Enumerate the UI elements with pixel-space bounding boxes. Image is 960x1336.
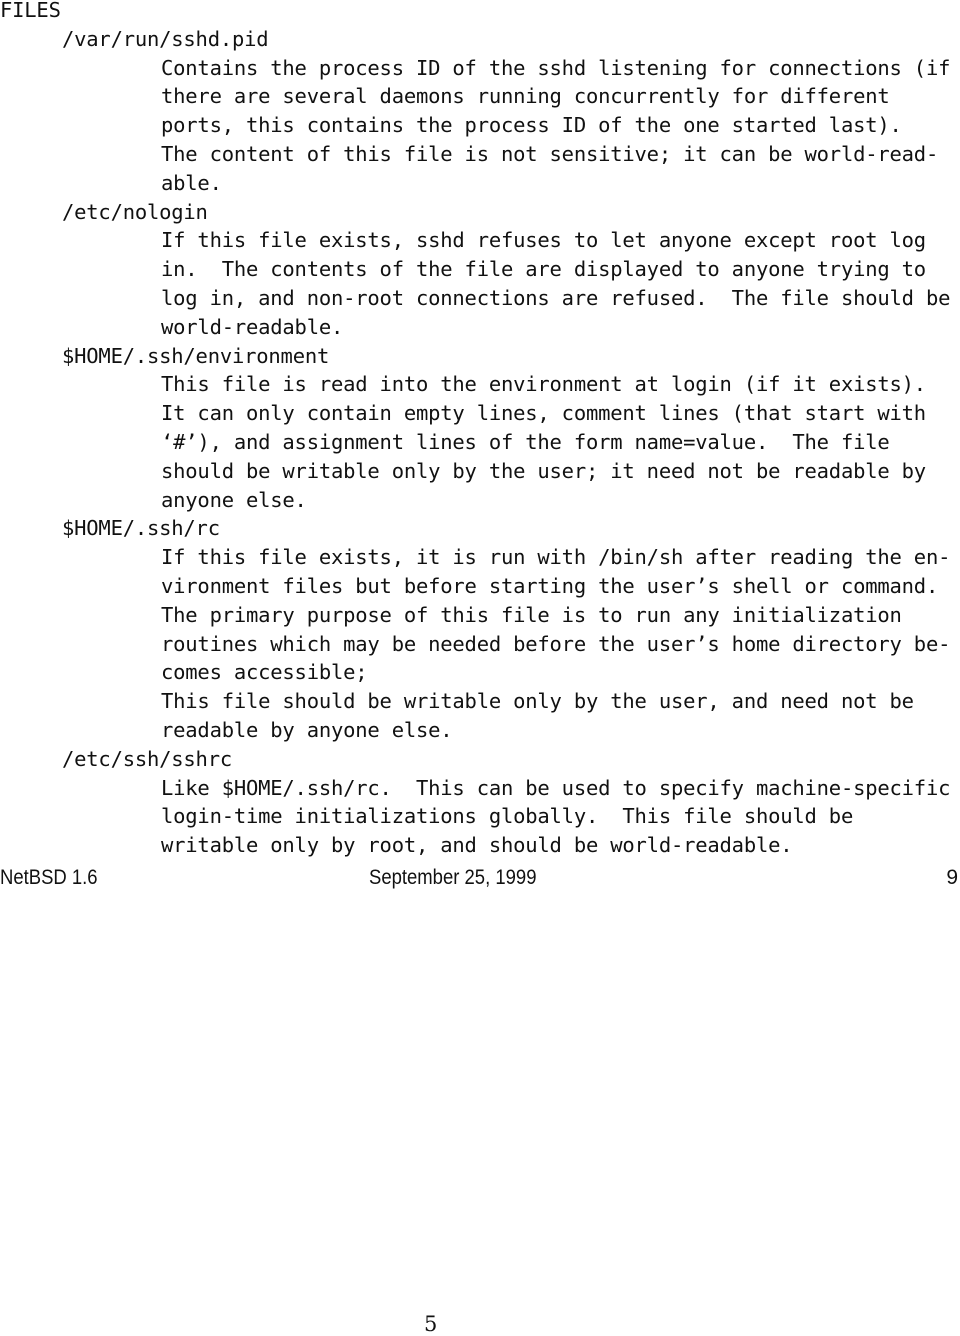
file-description-line: world-readable. (161, 314, 344, 339)
file-description-line: The primary purpose of this file is to r… (161, 602, 902, 627)
file-path: $HOME/.ssh/rc (62, 516, 220, 541)
file-description-line: able. (161, 170, 222, 195)
file-description-line: vironment files but before starting the … (161, 574, 939, 598)
file-path: /etc/nologin (62, 199, 208, 224)
file-description-line: should be writable only by the user; it … (161, 458, 926, 483)
file-path: /var/run/sshd.pid (62, 26, 269, 51)
file-description-line: This file is read into the environment a… (161, 372, 926, 397)
file-description-line: there are several daemons running concur… (161, 84, 890, 109)
file-description-line: writable only by root, and should be wor… (161, 833, 793, 858)
file-description-line: anyone else. (161, 487, 307, 512)
file-description-line: in. The contents of the file are display… (161, 257, 926, 282)
file-description-line: Contains the process ID of the sshd list… (161, 55, 951, 80)
footer-man-page-number: 9 (946, 866, 958, 889)
file-description-line: log in, and non-root connections are ref… (161, 286, 951, 310)
file-description-line: The content of this file is not sensitiv… (161, 142, 939, 166)
section-heading: FILES (0, 0, 61, 22)
file-description-line: If this file exists, it is run with /bin… (161, 545, 951, 570)
file-description-line: ports, this contains the process ID of t… (161, 113, 902, 138)
file-description-line: readable by anyone else. (161, 718, 453, 742)
document-page-number: 5 (424, 1312, 438, 1336)
file-description-line: If this file exists, sshd refuses to let… (161, 228, 926, 253)
file-description-line: This file should be writable only by the… (161, 689, 914, 714)
page-footer: NetBSD 1.6 September 25, 1999 9 (0, 863, 960, 892)
file-description-line: ‘#’), and assignment lines of the form n… (161, 430, 890, 454)
file-path: $HOME/.ssh/environment (62, 343, 330, 368)
footer-date: September 25, 1999 (369, 866, 537, 889)
file-path: /etc/ssh/sshrc (62, 746, 232, 771)
file-description-line: comes accessible; (161, 660, 368, 685)
file-description-line: routines which may be needed before the … (161, 631, 951, 656)
file-description-line: Like $HOME/.ssh/rc. This can be used to … (161, 775, 951, 800)
file-description-line: login-time initializations globally. Thi… (161, 804, 854, 829)
file-description-line: It can only contain empty lines, comment… (161, 401, 926, 426)
footer-os-version: NetBSD 1.6 (0, 866, 98, 889)
